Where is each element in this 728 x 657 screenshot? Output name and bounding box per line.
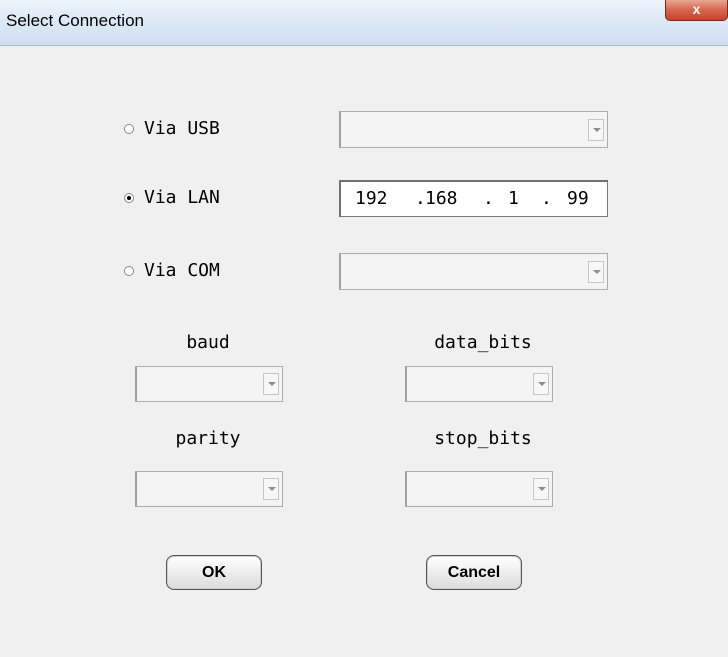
ok-button[interactable]: OK — [166, 555, 262, 590]
chevron-down-icon[interactable] — [588, 260, 604, 283]
radio-via-com[interactable]: Via COM — [124, 260, 220, 281]
radio-usb-icon[interactable] — [124, 123, 134, 134]
chevron-down-icon[interactable] — [263, 373, 279, 395]
ip-octet-4[interactable]: 99 — [567, 188, 589, 209]
radio-com-icon[interactable] — [124, 265, 134, 276]
via-usb-label: Via USB — [144, 118, 220, 139]
via-lan-label: Via LAN — [144, 187, 220, 208]
title-bar: Select Connection x — [0, 0, 728, 46]
window-title: Select Connection — [6, 11, 144, 30]
ip-octet-2[interactable]: 168 — [425, 188, 458, 209]
parity-select[interactable] — [135, 471, 283, 507]
chevron-down-icon[interactable] — [588, 118, 604, 141]
close-button[interactable]: x — [665, 0, 728, 21]
com-port-select[interactable] — [339, 253, 608, 290]
data-bits-select[interactable] — [405, 366, 553, 402]
stop-bits-label: stop_bits — [434, 428, 532, 449]
radio-via-usb[interactable]: Via USB — [124, 118, 220, 139]
ip-address-field[interactable]: 192 . 168 . 1 . 99 — [339, 180, 608, 217]
baud-select[interactable] — [135, 366, 283, 402]
radio-via-lan[interactable]: Via LAN — [124, 187, 220, 208]
ip-dot: . — [483, 188, 494, 209]
chevron-down-icon[interactable] — [533, 373, 549, 395]
chevron-down-icon[interactable] — [263, 478, 279, 500]
ip-octet-1[interactable]: 192 — [355, 188, 388, 209]
usb-device-select[interactable] — [339, 111, 608, 148]
radio-lan-icon[interactable] — [124, 192, 134, 203]
stop-bits-select[interactable] — [405, 471, 553, 507]
baud-label: baud — [186, 332, 230, 353]
cancel-button[interactable]: Cancel — [426, 555, 522, 590]
close-icon: x — [692, 1, 701, 17]
via-com-label: Via COM — [144, 260, 220, 281]
parity-label: parity — [175, 428, 241, 449]
data-bits-label: data_bits — [434, 332, 532, 353]
chevron-down-icon[interactable] — [533, 478, 549, 500]
ip-octet-3[interactable]: 1 — [508, 188, 519, 209]
ip-dot: . — [541, 188, 552, 209]
